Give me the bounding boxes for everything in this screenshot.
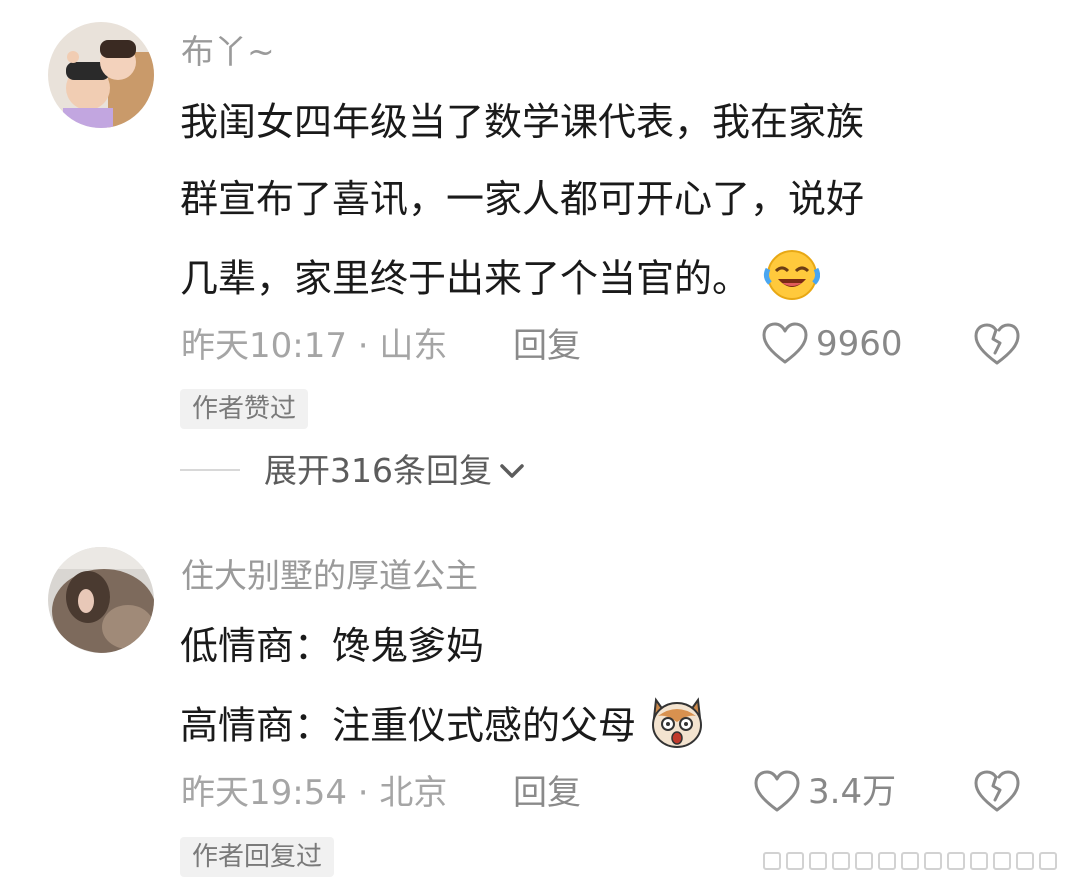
reply-button[interactable]: 回复 [513,772,581,814]
comment-text-line: 我闺女四年级当了数学课代表，我在家族 [180,100,865,144]
comment-text: 高情商：注重仪式感的父母 [180,703,637,748]
comment-text-line: 群宣布了喜讯，一家人都可开心了，说好 [180,177,865,221]
heart-icon [762,322,808,364]
like-count: 3.4万 [808,772,897,812]
watermark [763,852,1057,870]
comment-text: 几辈，家里终于出来了个当官的。 [180,256,751,301]
dislike-button[interactable] [973,323,1021,367]
chevron-down-icon [500,464,524,478]
avatar[interactable] [48,22,154,128]
comment-text-line: 低情商：馋鬼爹妈 [180,624,485,668]
avatar[interactable] [48,547,154,653]
laughing-tears-emoji [762,249,821,313]
comment-text-line: 几辈，家里终于出来了个当官的。 [180,249,821,313]
reply-button[interactable]: 回复 [513,325,581,367]
author-replied-badge: 作者回复过 [180,837,335,877]
username[interactable]: 住大别墅的厚道公主 [181,556,478,596]
author-liked-badge: 作者赞过 [180,389,309,429]
comment-text-line: 高情商：注重仪式感的父母 [180,694,706,762]
broken-heart-icon [974,770,1020,812]
divider [180,469,240,471]
like-button[interactable]: 9960 [762,322,903,366]
dislike-button[interactable] [973,770,1021,814]
username[interactable]: 布丫~ [181,32,275,72]
like-button[interactable]: 3.4万 [754,770,896,814]
timestamp-location: 昨天10:17 · 山东 [181,326,448,366]
expand-replies-button[interactable]: 展开316条回复 [264,448,526,494]
broken-heart-icon [974,323,1020,365]
like-count: 9960 [816,324,903,364]
heart-icon [754,770,800,812]
timestamp-location: 昨天19:54 · 北京 [181,773,448,813]
expand-replies-label: 展开316条回复 [264,451,492,490]
shocked-dog-emoji [648,694,706,762]
